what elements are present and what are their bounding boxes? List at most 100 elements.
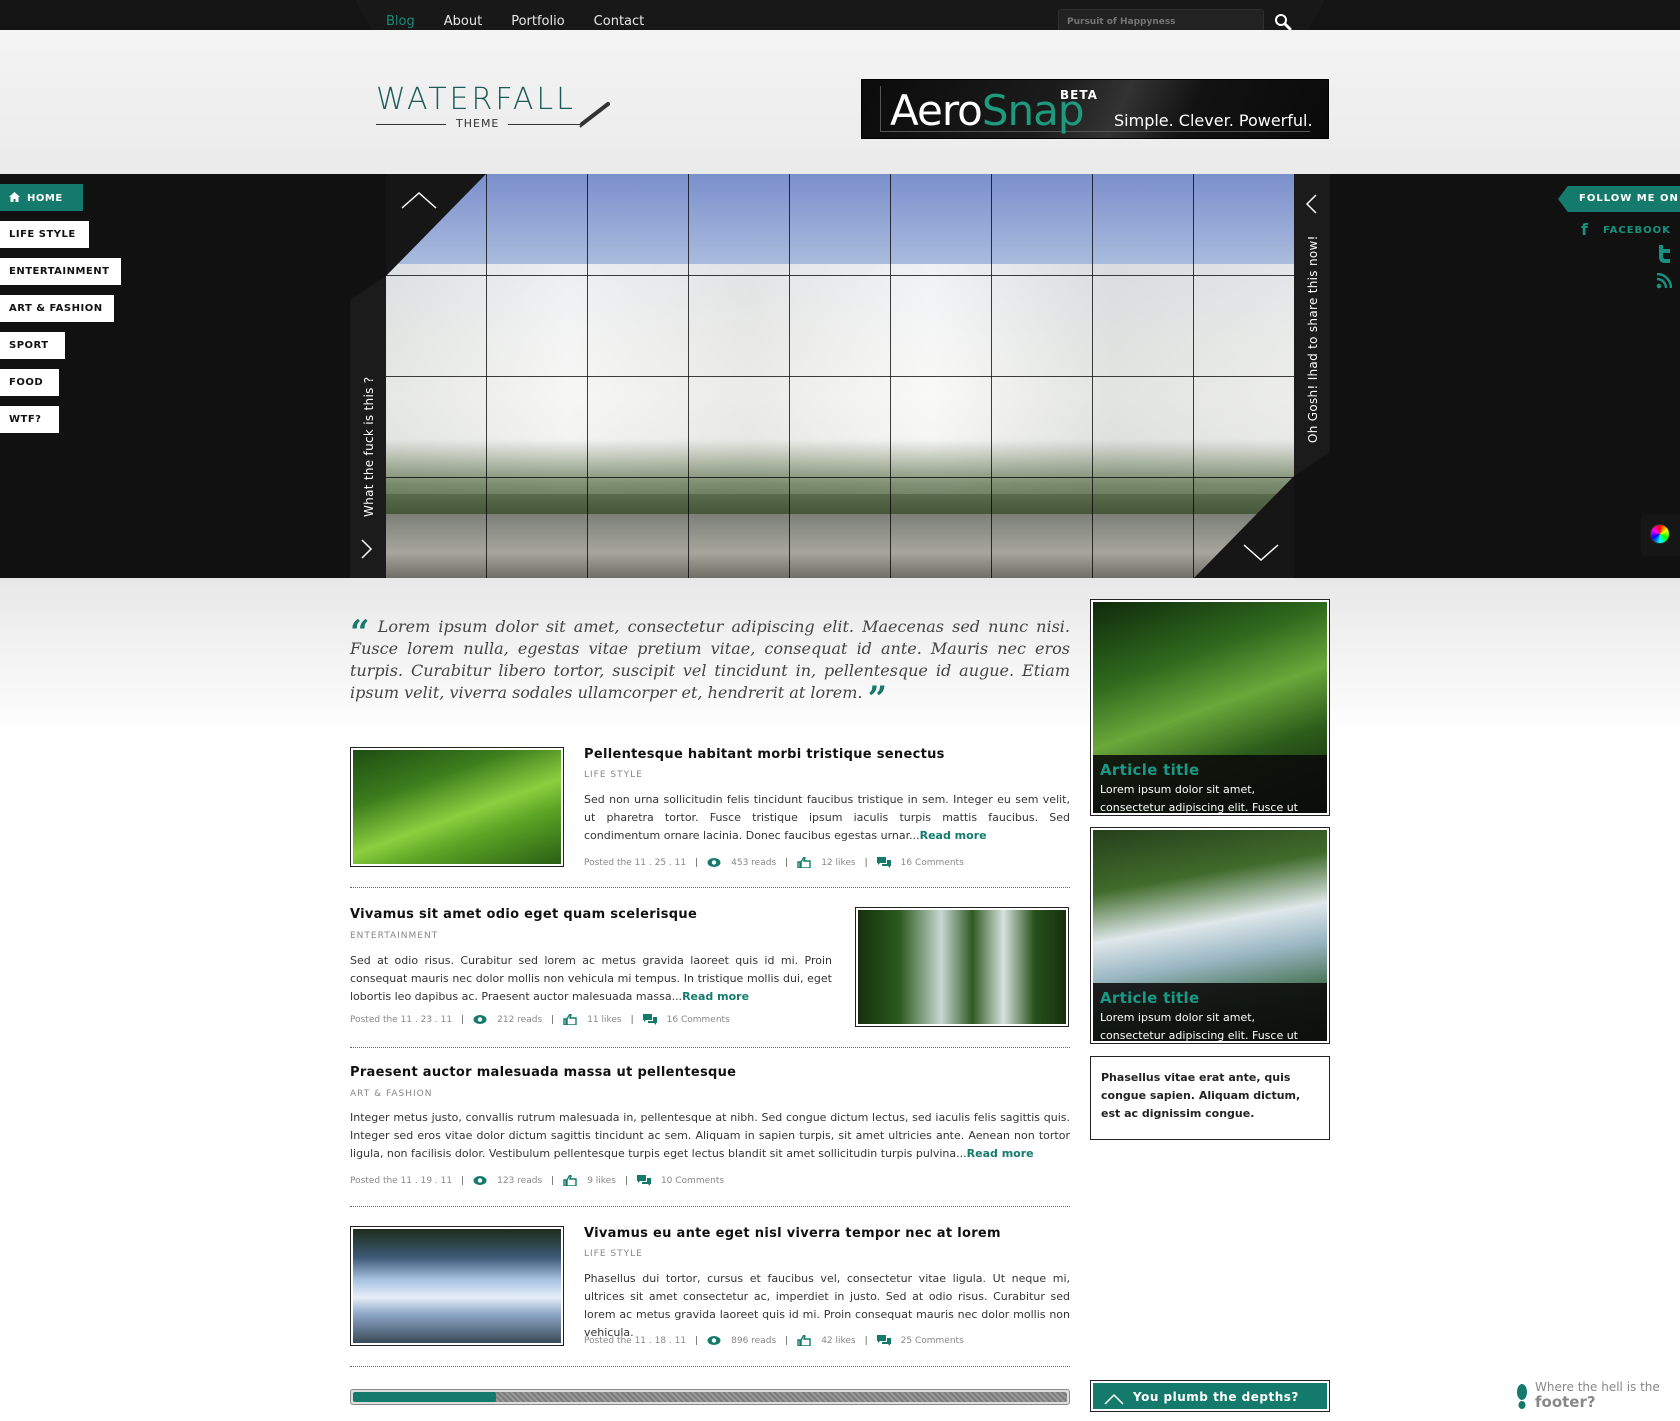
eye-icon	[707, 1336, 721, 1345]
post-4-meta: Posted the 11 . 18 . 11 | 896 reads | 42 l…	[584, 1335, 964, 1346]
sidebar-article-card-2[interactable]: Article title Lorem ipsum dolor sit amet…	[1090, 827, 1330, 1044]
eye-icon	[473, 1176, 487, 1185]
sidebar-article-card-1[interactable]: Article title Lorem ipsum dolor sit amet…	[1090, 599, 1330, 816]
footer-line-2: footer?	[1535, 1393, 1596, 1411]
image-slider[interactable]	[386, 174, 1294, 578]
ad-tagline: Simple. Clever. Powerful.	[1114, 111, 1313, 130]
footer-line-1: Where the hell is the	[1535, 1380, 1660, 1394]
rss-icon[interactable]	[1656, 273, 1672, 289]
post-3-meta: Posted the 11 . 19 . 11 | 123 reads | 9 li…	[350, 1175, 725, 1186]
post-1-read-more[interactable]: Read more	[920, 829, 987, 842]
divider	[350, 1366, 1070, 1367]
follow-banner: FOLLOW ME ON	[1558, 186, 1680, 212]
post-3-reads: 123 reads	[497, 1175, 543, 1186]
home-icon	[9, 192, 20, 202]
category-sport[interactable]: SPORT	[0, 332, 65, 359]
post-4-title[interactable]: Vivamus eu ante eget nisl viverra tempor…	[584, 1226, 1001, 1241]
post-1-reads: 453 reads	[731, 857, 777, 868]
thumbs-up-icon[interactable]	[797, 857, 811, 868]
pen-icon	[579, 102, 610, 128]
category-food[interactable]: FOOD	[0, 369, 59, 396]
ad-banner[interactable]: AeroSnap BETA Simple. Clever. Powerful.	[861, 79, 1329, 139]
post-3-read-more[interactable]: Read more	[967, 1147, 1034, 1160]
post-2-reads: 212 reads	[497, 1014, 543, 1025]
logo-rule-right	[508, 124, 580, 125]
post-1-title[interactable]: Pellentesque habitant morbi tristique se…	[584, 747, 945, 762]
sidebar-text-card: Phasellus vitae erat ante, quis congue s…	[1090, 1056, 1330, 1140]
category-entertainment[interactable]: ENTERTAINMENT	[0, 258, 121, 285]
post-3-date: Posted the 11 . 19 . 11	[350, 1175, 453, 1186]
comments-icon[interactable]	[876, 857, 891, 868]
post-1-meta: Posted the 11 . 25 . 11 | 453 reads | 12 l…	[584, 857, 964, 868]
slider-prev-arrow-icon[interactable]	[1305, 193, 1319, 215]
eye-icon	[473, 1015, 487, 1024]
comments-icon[interactable]	[636, 1175, 651, 1186]
thumbs-up-icon[interactable]	[563, 1014, 577, 1025]
card-1-title[interactable]: Article title	[1100, 761, 1320, 779]
thumbs-up-icon[interactable]	[797, 1335, 811, 1346]
post-4-date: Posted the 11 . 18 . 11	[584, 1335, 687, 1346]
post-1-category[interactable]: LIFE STYLE	[584, 770, 643, 780]
back-to-top-label: You plumb the depths?	[1133, 1390, 1299, 1404]
post-3-title[interactable]: Praesent auctor malesuada massa ut pelle…	[350, 1065, 736, 1080]
logo-subtitle: THEME	[456, 117, 500, 130]
nav-item-portfolio[interactable]: Portfolio	[511, 14, 564, 29]
post-3-comments[interactable]: 10 Comments	[661, 1176, 724, 1186]
main-nav: Blog About Portfolio Contact	[386, 14, 673, 29]
color-wheel-icon	[1650, 524, 1670, 544]
post-1-comments[interactable]: 16 Comments	[901, 858, 964, 868]
post-2-category[interactable]: ENTERTAINMENT	[350, 931, 438, 941]
nav-item-about[interactable]: About	[444, 14, 482, 29]
post-2-date: Posted the 11 . 23 . 11	[350, 1014, 453, 1025]
pagination-progress-bar[interactable]	[350, 1389, 1070, 1405]
slider-left-caption: What the fuck is this ?	[362, 376, 376, 517]
featured-quote: “ Lorem ipsum dolor sit amet, consectetu…	[350, 613, 1070, 719]
post-2-excerpt: Sed at odio risus. Curabitur sed lorem a…	[350, 954, 832, 1003]
divider	[350, 1206, 1070, 1207]
post-2-thumbnail[interactable]	[855, 907, 1069, 1027]
search-icon[interactable]	[1273, 12, 1293, 32]
twitter-icon[interactable]	[1656, 245, 1672, 263]
post-4-thumbnail[interactable]	[350, 1226, 564, 1346]
facebook-icon: f	[1581, 220, 1589, 239]
category-art-fashion[interactable]: ART & FASHION	[0, 295, 114, 322]
post-3-likes: 9 likes	[587, 1175, 616, 1186]
post-1-likes: 12 likes	[821, 857, 856, 868]
slider-river	[386, 514, 1294, 578]
slider-up-arrow-icon[interactable]	[400, 190, 438, 210]
post-2-meta: Posted the 11 . 23 . 11 | 212 reads | 11 l…	[350, 1014, 730, 1025]
header	[0, 30, 1680, 174]
post-2-read-more[interactable]: Read more	[682, 990, 749, 1003]
card-2-title[interactable]: Article title	[1100, 989, 1320, 1007]
theme-color-picker[interactable]	[1641, 514, 1680, 556]
post-3-category[interactable]: ART & FASHION	[350, 1089, 432, 1099]
logo-title: WATERFALL	[376, 82, 576, 117]
divider	[350, 1047, 1070, 1048]
post-4-likes: 42 likes	[821, 1335, 856, 1346]
slider-right-caption[interactable]: Oh Gosh! Ihad to share this now!	[1306, 235, 1320, 443]
nav-item-blog[interactable]: Blog	[386, 14, 415, 29]
close-quote-icon: ”	[867, 679, 888, 719]
post-4-category[interactable]: LIFE STYLE	[584, 1249, 643, 1259]
comments-icon[interactable]	[876, 1335, 891, 1346]
ad-brand: AeroSnap	[890, 86, 1085, 135]
slider-next-arrow-icon[interactable]	[359, 538, 373, 560]
logo[interactable]: WATERFALL THEME	[376, 82, 616, 132]
nav-item-contact[interactable]: Contact	[594, 14, 645, 29]
slider-down-arrow-icon[interactable]	[1242, 543, 1280, 563]
card-2-text: Lorem ipsum dolor sit amet, consectetur …	[1100, 1011, 1298, 1041]
category-wtf[interactable]: WTF?	[0, 406, 59, 433]
thumbs-up-icon[interactable]	[563, 1175, 577, 1186]
back-to-top-button[interactable]: You plumb the depths?	[1090, 1380, 1330, 1412]
ad-beta-label: BETA	[1060, 88, 1098, 102]
category-life-style[interactable]: LIFE STYLE	[0, 221, 89, 248]
comments-icon[interactable]	[642, 1014, 657, 1025]
post-2-comments[interactable]: 16 Comments	[667, 1015, 730, 1025]
post-2-title[interactable]: Vivamus sit amet odio eget quam sceleris…	[350, 907, 697, 922]
post-1-thumbnail[interactable]	[350, 747, 564, 867]
logo-rule-left	[376, 124, 446, 125]
category-home[interactable]: HOME	[0, 184, 83, 211]
post-4-comments[interactable]: 25 Comments	[901, 1336, 964, 1346]
facebook-link[interactable]: f FACEBOOK	[1581, 220, 1671, 239]
post-1-excerpt: Sed non urna sollicitudin felis tincidun…	[584, 793, 1070, 842]
